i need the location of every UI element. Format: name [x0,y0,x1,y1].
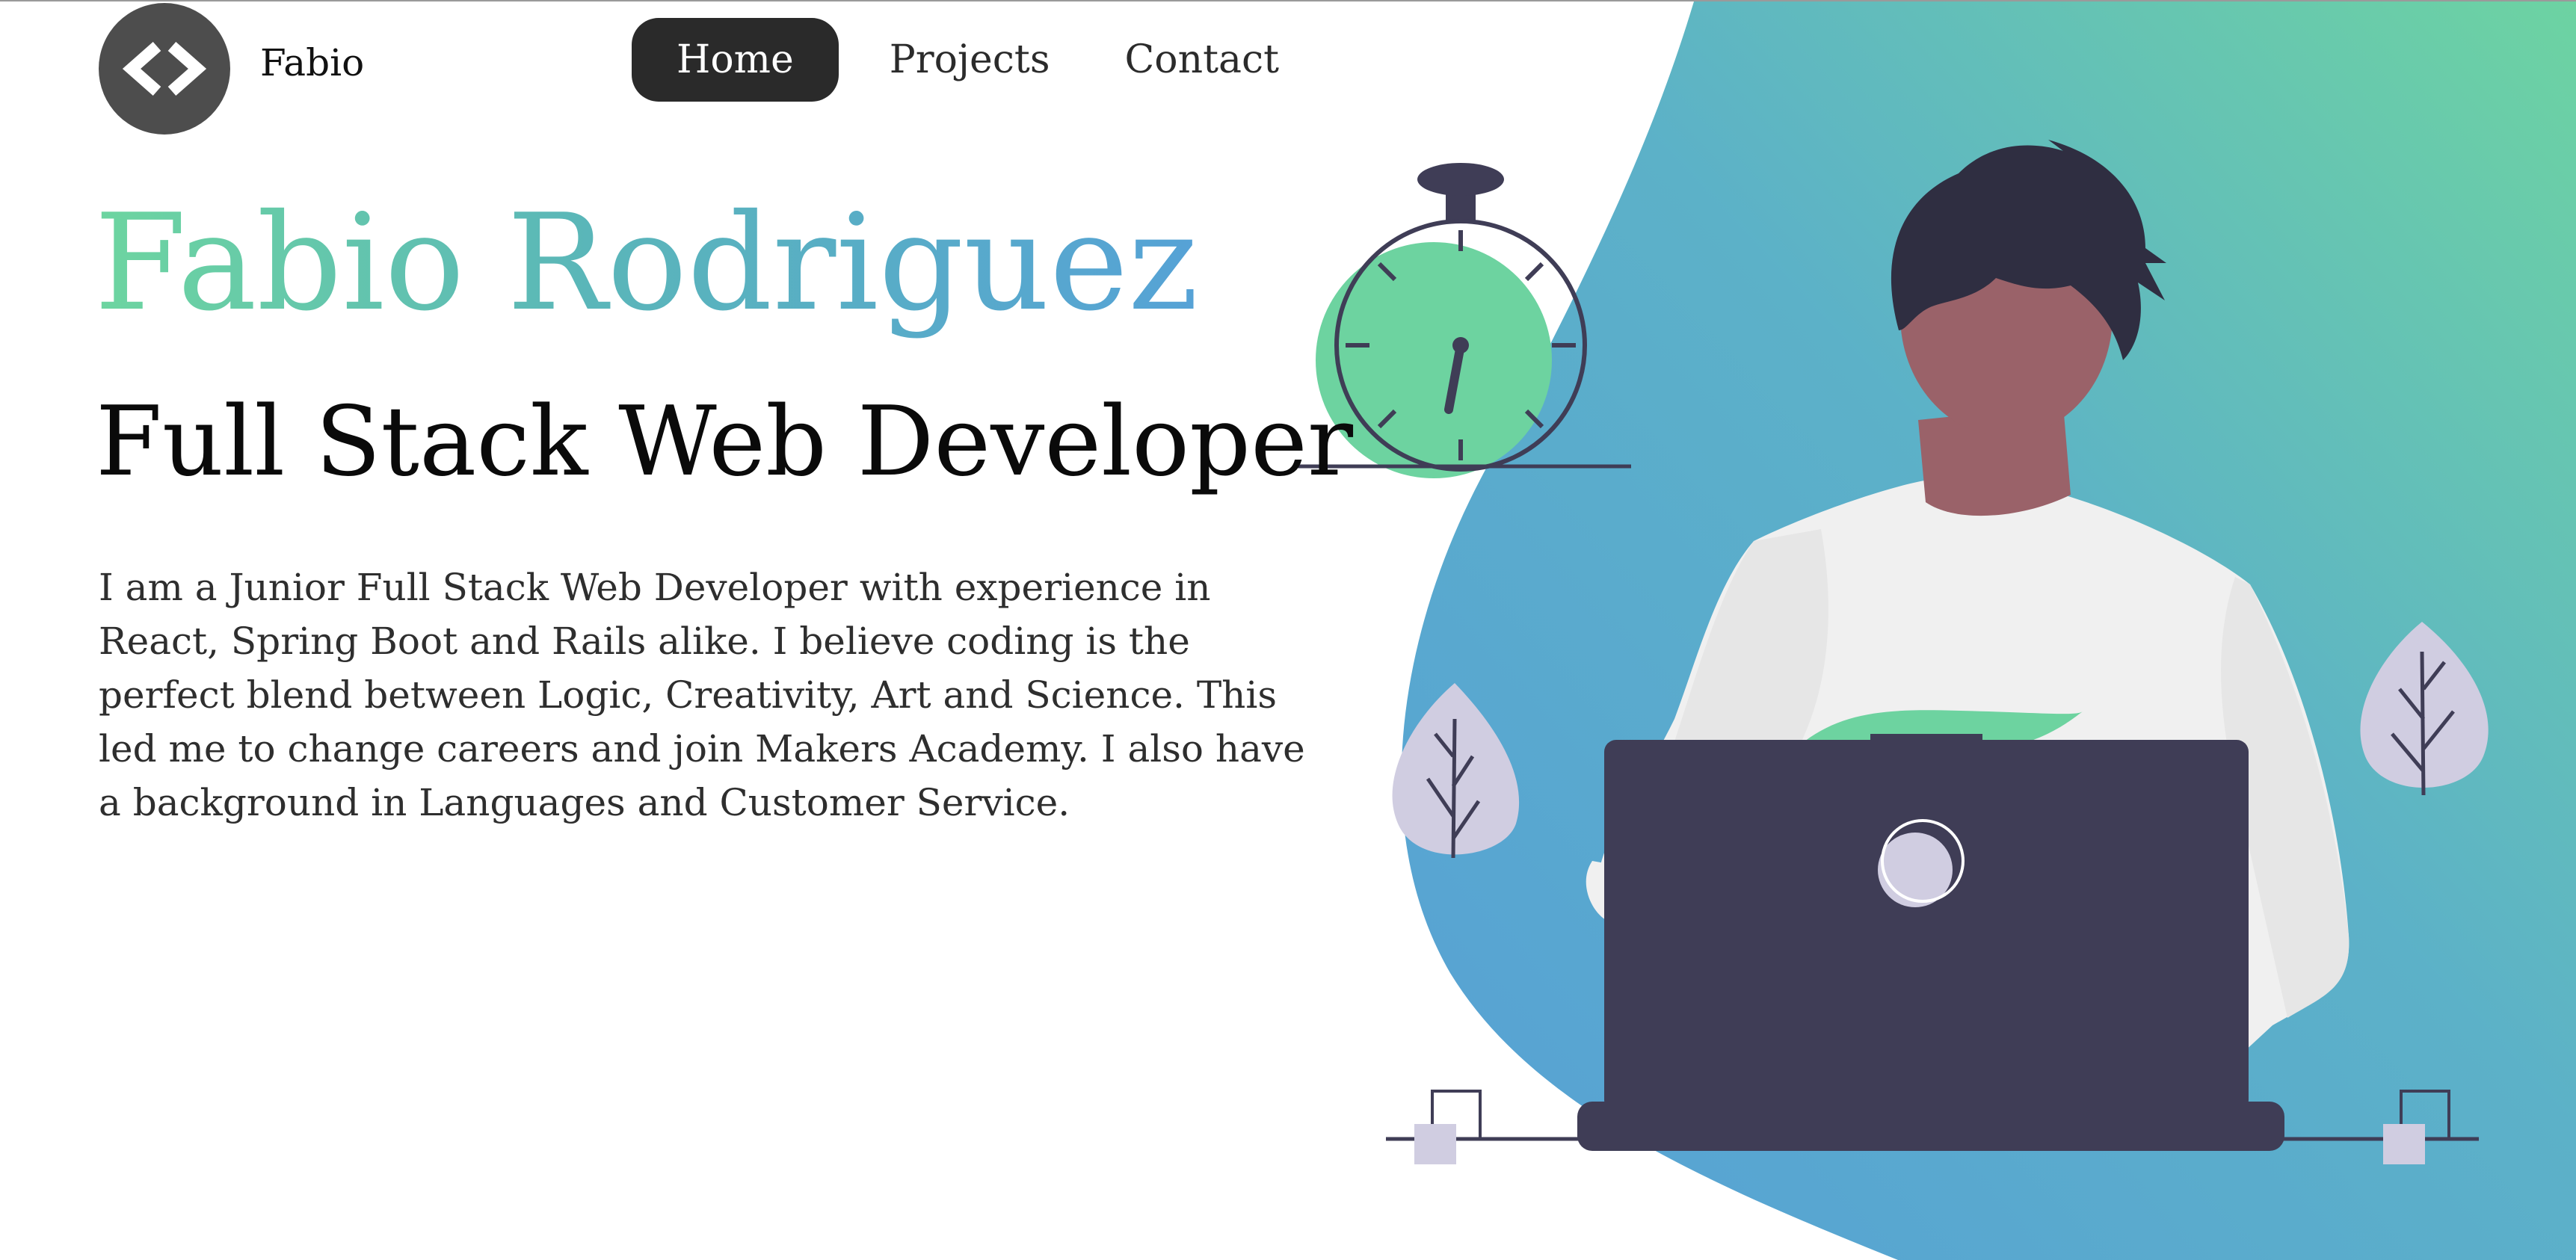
code-brackets-icon [122,42,207,96]
nav-home[interactable]: Home [632,18,839,102]
brand-name[interactable]: Fabio [260,36,364,90]
hero-name: Fabio Rodriguez [94,181,1198,345]
nav-projects[interactable]: Projects [872,18,1068,102]
nav-contact[interactable]: Contact [1107,18,1298,102]
logo[interactable] [99,3,230,135]
hero-bio: I am a Junior Full Stack Web Developer w… [99,566,1305,824]
hero-role: Full Stack Web Developer [96,386,1353,498]
main-nav: Home Projects Contact [632,18,1336,102]
laptop-icon [1577,734,2284,1151]
portfolio-page: Fabio Home Projects Contact Fabio Rodrig… [0,0,2576,1260]
